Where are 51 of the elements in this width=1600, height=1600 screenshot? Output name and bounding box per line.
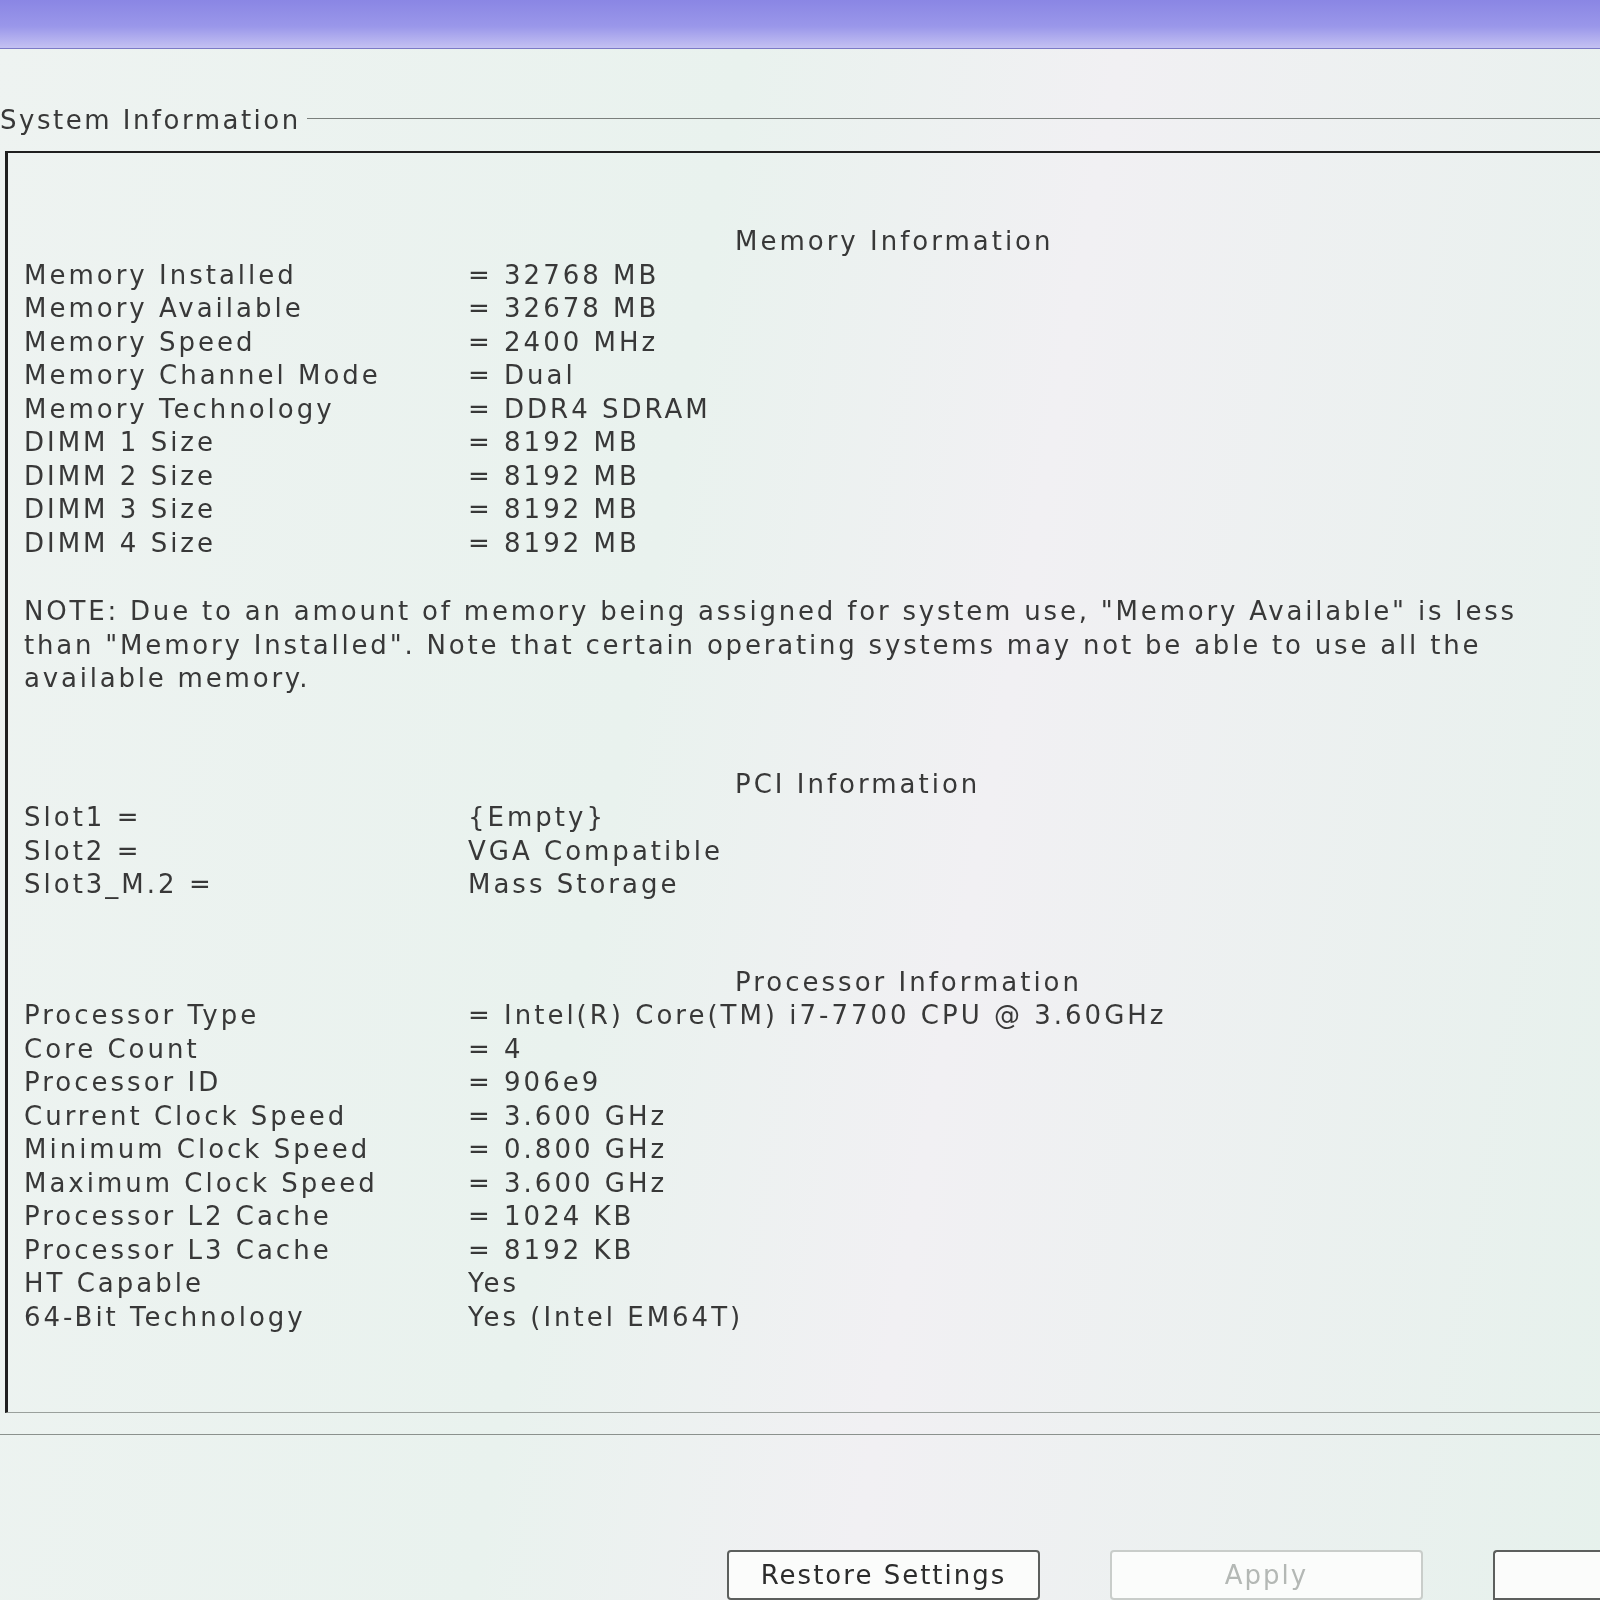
info-label: Memory Speed <box>24 325 256 359</box>
info-label: DIMM 1 Size <box>24 426 216 459</box>
info-value: = 906e9 <box>468 1066 602 1099</box>
info-label: HT Capable <box>24 1267 204 1300</box>
info-label: Current Clock Speed <box>24 1099 348 1133</box>
info-label: Maximum Clock Speed <box>24 1166 378 1200</box>
info-value: = Intel(R) Core(TM) i7-7700 CPU @ 3.60GHz <box>468 999 1167 1032</box>
info-value: = 1024 KB <box>468 1200 635 1233</box>
info-value: Yes <box>468 1267 519 1300</box>
dialog-button[interactable]: Restore Settings <box>727 1550 1040 1600</box>
info-value: = 4 <box>468 1032 524 1066</box>
info-value: = 2400 MHz <box>468 325 659 359</box>
group-title: System Information <box>0 104 302 137</box>
info-value: = 8192 MB <box>468 459 640 493</box>
info-label: Processor Type <box>24 999 260 1032</box>
info-label: Core Count <box>24 1032 200 1066</box>
info-value: = 8192 MB <box>468 493 640 526</box>
info-label: Memory Available <box>24 292 304 325</box>
info-label: Slot3_M.2 = <box>24 868 214 901</box>
info-value: = 32678 MB <box>468 292 660 325</box>
info-label: Processor L3 Cache <box>24 1233 332 1267</box>
section-heading: PCI Information <box>735 767 982 801</box>
section-heading: Memory Information <box>735 225 1055 258</box>
info-value: Yes (Intel EM64T) <box>468 1300 744 1334</box>
note-text: NOTE: Due to an amount of memory being assigned for system use, "Memory Available" is less than "Memory Installed". Note that certain operating systems may not be able to use all the available memory. <box>24 595 1518 695</box>
info-value: = 32768 MB <box>468 258 660 292</box>
info-value: = 0.800 GHz <box>468 1133 668 1166</box>
info-value: = Dual <box>468 359 576 392</box>
info-label: DIMM 2 Size <box>24 459 216 493</box>
info-value: = 8192 MB <box>468 426 640 459</box>
info-label: DIMM 3 Size <box>24 493 216 526</box>
info-label: Processor ID <box>24 1066 222 1099</box>
info-value: {Empty} <box>468 801 606 834</box>
cut-off-button[interactable] <box>1493 1550 1600 1600</box>
info-label: Memory Technology <box>24 392 335 426</box>
info-value: VGA Compatible <box>468 834 723 868</box>
info-value: = DDR4 SDRAM <box>468 392 711 426</box>
info-label: 64-Bit Technology <box>24 1300 306 1334</box>
info-value: = 8192 MB <box>468 526 640 560</box>
info-label: Minimum Clock Speed <box>24 1133 371 1166</box>
info-label: Memory Channel Mode <box>24 359 381 392</box>
info-label: Memory Installed <box>24 258 297 292</box>
info-label: Slot2 = <box>24 834 142 868</box>
section-heading: Processor Information <box>735 965 1083 999</box>
info-value: = 3.600 GHz <box>468 1099 668 1133</box>
info-label: Slot1 = <box>24 801 142 834</box>
info-value: = 3.600 GHz <box>468 1166 668 1200</box>
info-value: Mass Storage <box>468 868 680 901</box>
info-value: = 8192 KB <box>468 1233 635 1267</box>
info-label: DIMM 4 Size <box>24 526 216 560</box>
info-label: Processor L2 Cache <box>24 1200 332 1233</box>
